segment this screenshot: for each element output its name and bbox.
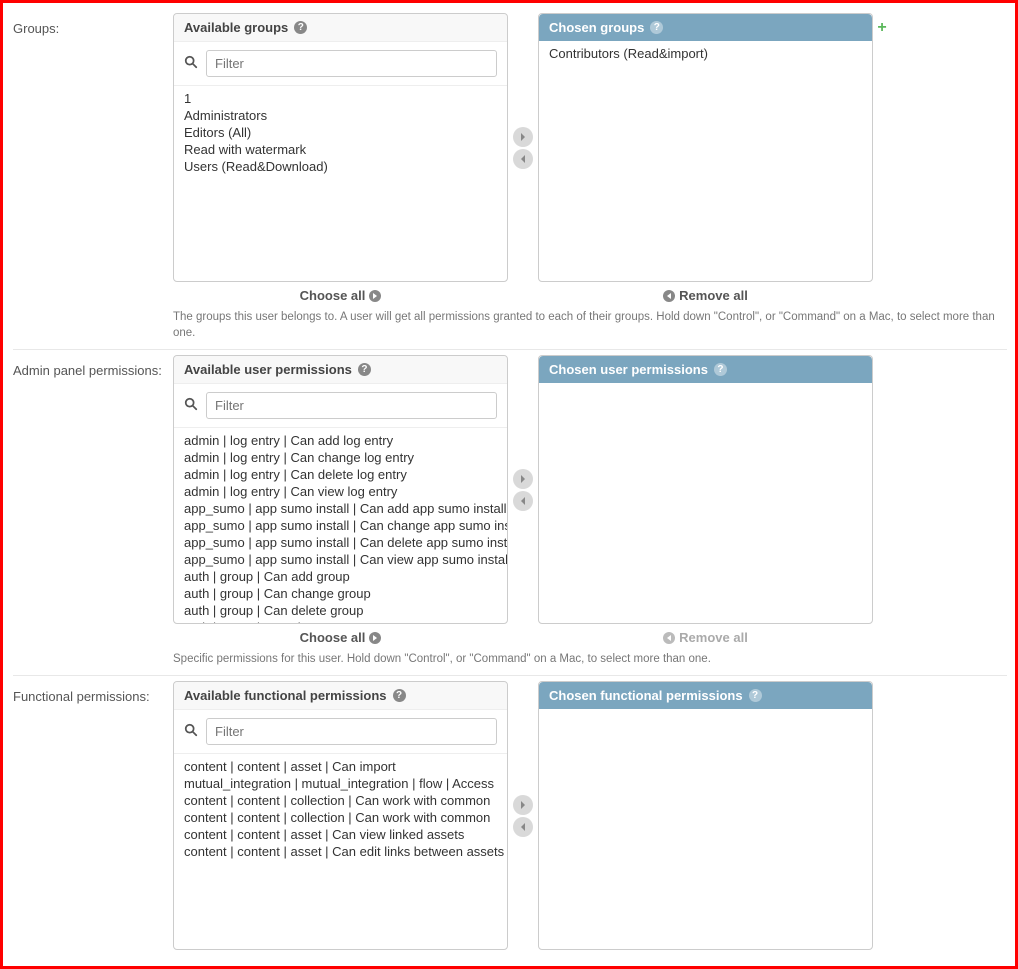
list-item[interactable]: auth | group | Can delete group [174,602,507,619]
groups-label: Groups: [13,13,173,36]
help-icon[interactable]: ? [393,689,406,702]
chosen-permissions-header: Chosen user permissions ? [539,356,872,383]
chosen-functional-header: Chosen functional permissions ? [539,682,872,709]
available-permissions-header: Available user permissions ? [174,356,507,384]
available-permissions-list[interactable]: admin | log entry | Can add log entryadm… [174,428,507,623]
list-item[interactable]: app_sumo | app sumo install | Can add ap… [174,500,507,517]
permissions-section: Admin panel permissions: Available user … [13,350,1007,676]
list-item[interactable]: content | content | collection | Can wor… [174,809,507,826]
list-item[interactable]: Administrators [174,107,507,124]
chosen-functional-list[interactable] [539,709,872,949]
remove-all-link[interactable]: Remove all [538,288,873,303]
groups-section: Groups: Available groups ? 1Administra [13,8,1007,350]
list-item[interactable]: content | content | asset | Can import [174,758,507,775]
list-item[interactable]: app_sumo | app sumo install | Can view a… [174,551,507,568]
available-groups-panel: Available groups ? 1AdministratorsEditor… [173,13,508,282]
list-item[interactable]: content | content | asset | Can edit lin… [174,843,507,860]
available-groups-title: Available groups [184,20,288,35]
chevron-left-icon [663,290,675,302]
list-item[interactable]: 1 [174,90,507,107]
move-right-button[interactable] [513,127,533,147]
help-icon[interactable]: ? [294,21,307,34]
list-item[interactable]: admin | log entry | Can view log entry [174,483,507,500]
functional-label: Functional permissions: [13,681,173,704]
available-functional-title: Available functional permissions [184,688,387,703]
permissions-label: Admin panel permissions: [13,355,173,378]
permissions-filter-input[interactable] [206,392,497,419]
available-groups-header: Available groups ? [174,14,507,42]
filter-row [174,384,507,428]
list-item[interactable]: app_sumo | app sumo install | Can delete… [174,534,507,551]
chosen-permissions-title: Chosen user permissions [549,362,708,377]
choose-all-link[interactable]: Choose all [173,630,508,645]
chosen-functional-panel: Chosen functional permissions ? [538,681,873,950]
chosen-groups-title: Chosen groups [549,20,644,35]
chosen-groups-header: Chosen groups ? [539,14,872,41]
available-functional-header: Available functional permissions ? [174,682,507,710]
filter-row [174,710,507,754]
groups-help-text: The groups this user belongs to. A user … [173,309,1007,341]
list-item[interactable]: content | content | asset | Can view lin… [174,826,507,843]
move-right-button[interactable] [513,795,533,815]
permissions-help-text: Specific permissions for this user. Hold… [173,651,1007,667]
list-item[interactable]: Read with watermark [174,141,507,158]
chosen-permissions-list[interactable] [539,383,872,623]
functional-section: Functional permissions: Available functi… [13,676,1007,958]
list-item[interactable]: Users (Read&Download) [174,158,507,175]
search-icon [184,397,198,415]
available-permissions-panel: Available user permissions ? admin | log… [173,355,508,624]
chosen-functional-title: Chosen functional permissions [549,688,743,703]
help-icon[interactable]: ? [650,21,663,34]
move-left-button[interactable] [513,149,533,169]
list-item[interactable]: admin | log entry | Can change log entry [174,449,507,466]
chevron-right-icon [369,632,381,644]
list-item[interactable]: admin | log entry | Can add log entry [174,432,507,449]
remove-all-link[interactable]: Remove all [538,630,873,645]
help-icon[interactable]: ? [714,363,727,376]
available-permissions-title: Available user permissions [184,362,352,377]
groups-filter-input[interactable] [206,50,497,77]
functional-filter-input[interactable] [206,718,497,745]
move-right-button[interactable] [513,469,533,489]
transfer-buttons [508,681,538,950]
help-icon[interactable]: ? [358,363,371,376]
list-item[interactable]: mutual_integration | mutual_integration … [174,775,507,792]
available-groups-list[interactable]: 1AdministratorsEditors (All)Read with wa… [174,86,507,281]
move-left-button[interactable] [513,817,533,837]
transfer-buttons [508,13,538,282]
list-item[interactable]: Contributors (Read&import) [539,45,872,62]
chosen-groups-panel: Chosen groups ? Contributors (Read&impor… [538,13,873,282]
help-icon[interactable]: ? [749,689,762,702]
list-item[interactable]: app_sumo | app sumo install | Can change… [174,517,507,534]
chevron-right-icon [369,290,381,302]
choose-all-link[interactable]: Choose all [173,288,508,303]
list-item[interactable]: Editors (All) [174,124,507,141]
list-item[interactable]: auth | group | Can add group [174,568,507,585]
transfer-buttons [508,355,538,624]
move-left-button[interactable] [513,491,533,511]
filter-row [174,42,507,86]
chevron-left-icon [663,632,675,644]
chosen-groups-list[interactable]: Contributors (Read&import) [539,41,872,281]
list-item[interactable]: content | content | collection | Can wor… [174,792,507,809]
list-item[interactable]: admin | log entry | Can delete log entry [174,466,507,483]
add-icon[interactable]: + [873,13,891,282]
available-functional-list[interactable]: content | content | asset | Can importmu… [174,754,507,949]
chosen-permissions-panel: Chosen user permissions ? [538,355,873,624]
search-icon [184,723,198,741]
available-functional-panel: Available functional permissions ? conte… [173,681,508,950]
list-item[interactable]: auth | group | Can view group [174,619,507,623]
list-item[interactable]: auth | group | Can change group [174,585,507,602]
search-icon [184,55,198,73]
